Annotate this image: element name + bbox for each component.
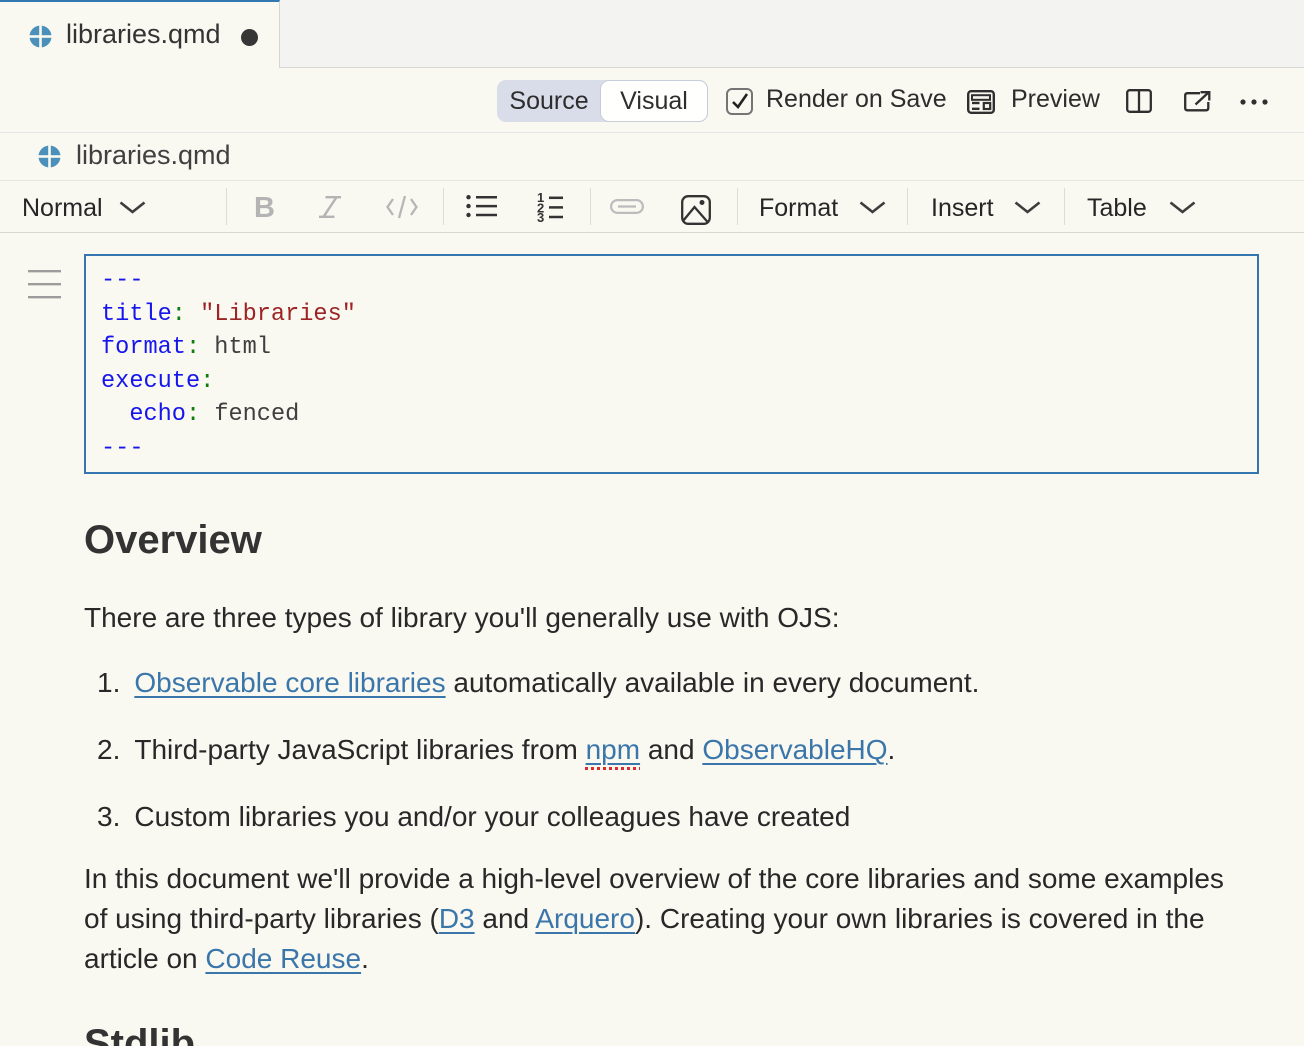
svg-text:3: 3: [537, 210, 544, 224]
